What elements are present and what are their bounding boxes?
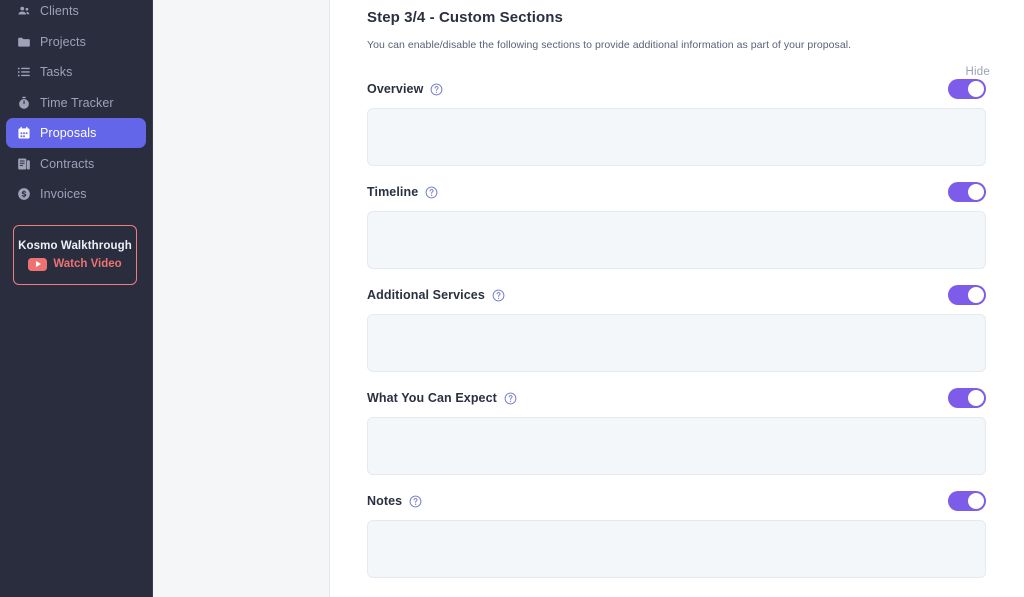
page-title: Step 3/4 - Custom Sections [367,9,563,26]
section-label-group: Timeline [367,185,438,199]
section-textarea[interactable] [367,211,986,269]
section-label: What You Can Expect [367,391,497,405]
page-subtitle: You can enable/disable the following sec… [367,39,852,51]
custom-sections-list: Overview Timeline Additional Services What … [367,78,986,578]
sidebar-item-label: Invoices [40,187,87,201]
sidebar-item-label: Projects [40,34,86,49]
sidebar-item-label: Clients [40,4,79,18]
section-textarea[interactable] [367,314,986,372]
section-header: Notes [367,490,986,512]
section-label: Notes [367,494,403,508]
toggle-knob [968,493,984,509]
sidebar-item-time-tracker[interactable]: Time Tracker [6,88,146,118]
section-toggle[interactable] [948,491,986,511]
custom-section: Timeline [367,181,986,269]
sidebar-item-contracts[interactable]: Contracts [6,149,146,179]
section-toggle[interactable] [948,285,986,305]
section-textarea[interactable] [367,520,986,578]
section-header: Timeline [367,181,986,203]
sidebar-item-label: Proposals [40,126,97,140]
toggle-knob [968,81,984,97]
play-icon [28,257,48,271]
document-icon [16,156,31,171]
help-circle-icon[interactable] [409,495,422,508]
section-label-group: What You Can Expect [367,391,517,405]
custom-section: Notes [367,490,986,578]
section-label-group: Additional Services [367,288,505,302]
section-header: Overview [367,78,986,100]
sidebar-item-tasks[interactable]: Tasks [6,57,146,87]
folder-icon [16,34,31,49]
sidebar-item-proposals[interactable]: Proposals [6,118,146,148]
section-label-group: Notes [367,494,422,508]
section-label-group: Overview [367,82,443,96]
help-circle-icon[interactable] [425,186,438,199]
toggle-knob [968,184,984,200]
custom-section: Additional Services [367,284,986,372]
section-label: Additional Services [367,288,485,302]
sidebar-item-label: Contracts [40,156,95,171]
people-icon [16,4,31,19]
calendar-icon [16,126,31,141]
sidebar: Clients Projects Tasks Time Tracker Proposal… [0,0,153,597]
main-content: Step 3/4 - Custom Sections You can enabl… [330,0,1024,597]
walkthrough-title: Kosmo Walkthrough [18,239,132,252]
help-circle-icon[interactable] [504,392,517,405]
secondary-panel [153,0,330,597]
section-toggle[interactable] [948,79,986,99]
sidebar-item-label: Time Tracker [40,95,114,110]
section-toggle[interactable] [948,388,986,408]
toggle-knob [968,287,984,303]
sidebar-nav: Clients Projects Tasks Time Tracker Proposal… [0,0,152,209]
app-root: Clients Projects Tasks Time Tracker Proposal… [0,0,1024,597]
kosmo-walkthrough-card[interactable]: Kosmo Walkthrough Watch Video [13,225,137,285]
hide-column-label: Hide [965,66,990,78]
stopwatch-icon [16,95,31,110]
sidebar-nav-list: Clients Projects Tasks Time Tracker Proposal… [6,0,146,209]
dollar-circle-icon [16,187,31,202]
sidebar-item-projects[interactable]: Projects [6,27,146,57]
help-circle-icon[interactable] [430,83,443,96]
custom-section: Overview [367,78,986,166]
custom-section: What You Can Expect [367,387,986,475]
section-textarea[interactable] [367,108,986,166]
sidebar-item-clients[interactable]: Clients [6,0,146,26]
toggle-knob [968,390,984,406]
sidebar-item-label: Tasks [40,65,73,79]
section-textarea[interactable] [367,417,986,475]
watch-video-button[interactable]: Watch Video [28,257,122,271]
section-label: Overview [367,82,424,96]
watch-video-label: Watch Video [53,258,122,270]
section-label: Timeline [367,185,419,199]
list-icon [16,65,31,80]
help-circle-icon[interactable] [492,289,505,302]
section-header: Additional Services [367,284,986,306]
section-header: What You Can Expect [367,387,986,409]
sidebar-item-invoices[interactable]: Invoices [6,179,146,209]
section-toggle[interactable] [948,182,986,202]
